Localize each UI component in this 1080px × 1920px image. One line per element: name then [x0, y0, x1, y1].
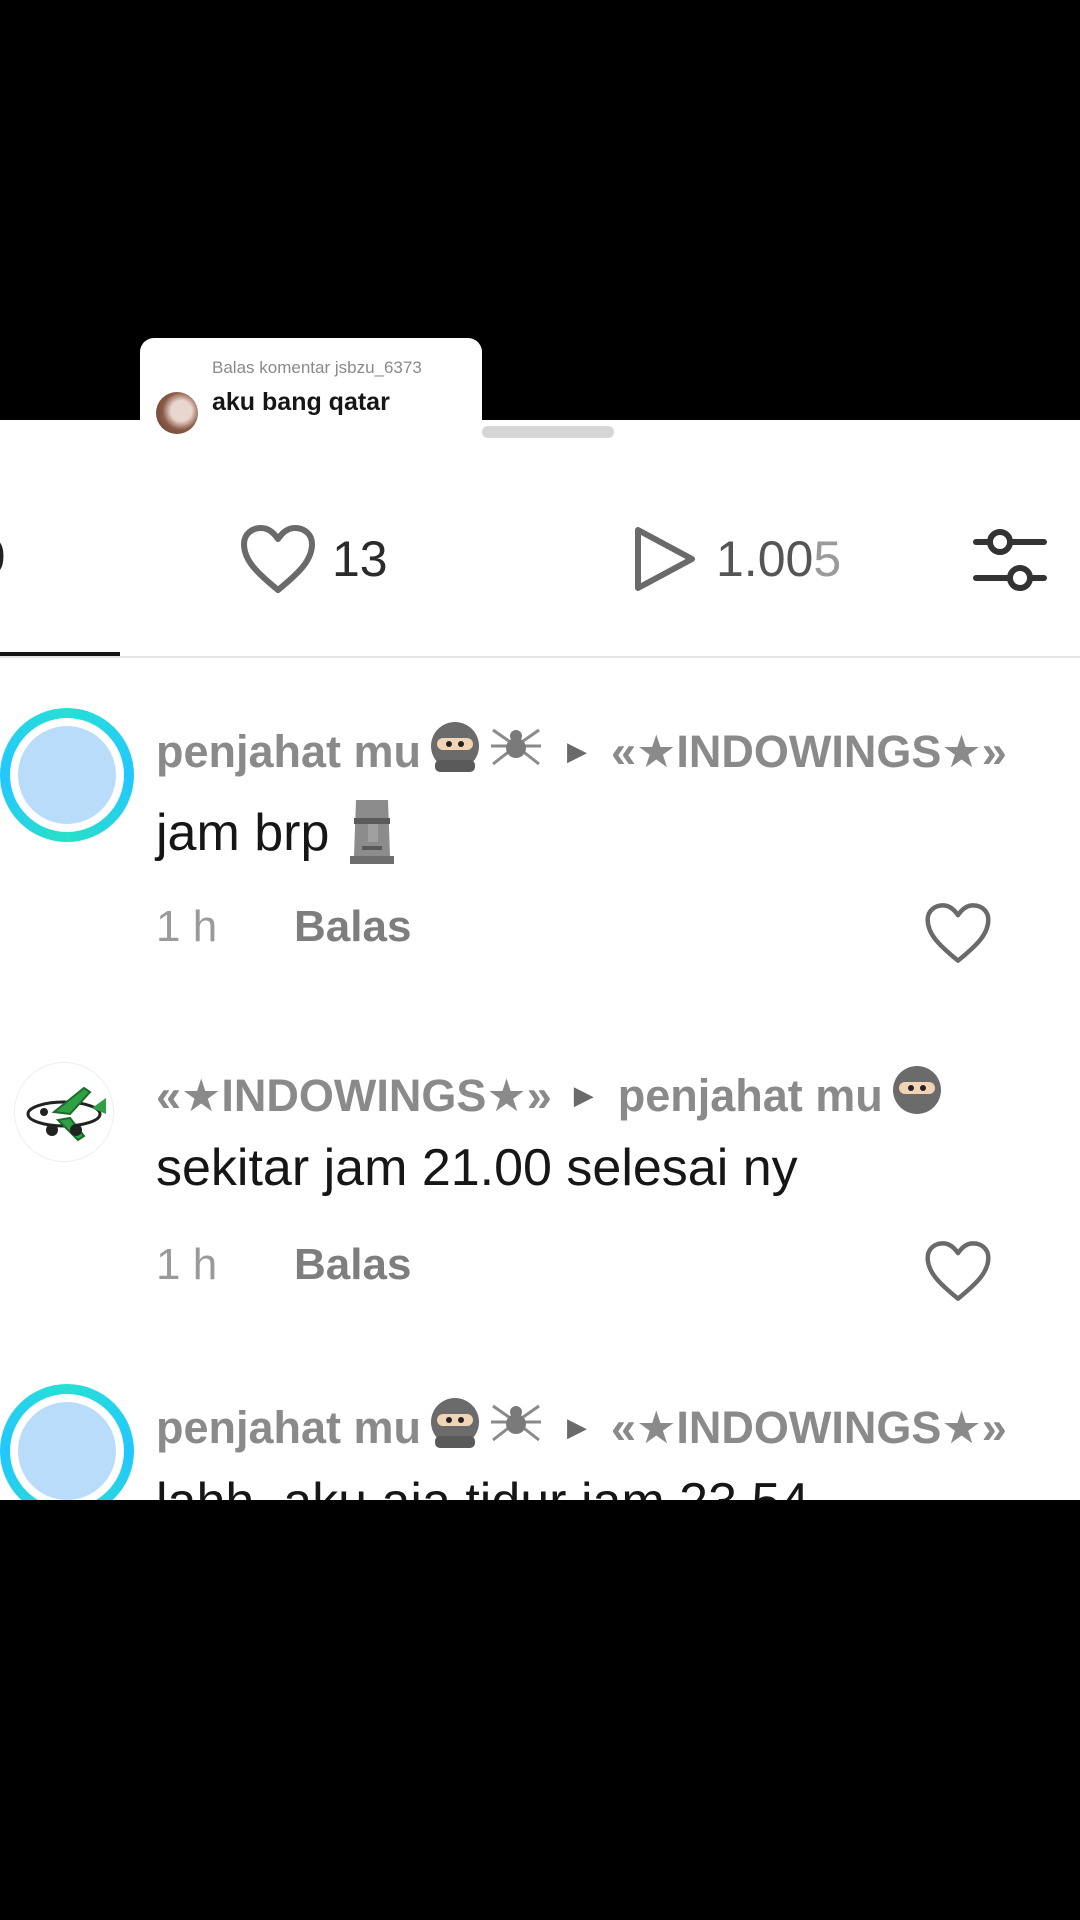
comments-count[interactable]: 9	[0, 528, 6, 586]
comment-time: 1 h	[156, 1240, 218, 1289]
filter-sliders-icon	[973, 529, 1047, 591]
reply-button[interactable]: Balas	[294, 902, 411, 952]
stats-divider	[0, 656, 1080, 658]
comment-author[interactable]: penjahat mu	[156, 1402, 421, 1454]
plane-logo-icon	[26, 1086, 106, 1142]
comment-text: jam brp	[156, 796, 400, 877]
plays-count-fade: 5	[813, 531, 842, 587]
reply-card-avatar	[156, 392, 198, 434]
plays-count: 1.00	[716, 531, 814, 587]
avatar[interactable]	[14, 1062, 114, 1162]
comment-text-content: jam brp	[156, 804, 330, 863]
heart-icon[interactable]	[922, 1238, 994, 1304]
sheet-drag-handle[interactable]	[482, 426, 614, 438]
heart-icon[interactable]	[922, 900, 994, 966]
ninja-emoji	[889, 1062, 945, 1129]
reply-button[interactable]: Balas	[294, 1240, 411, 1290]
play-icon	[635, 527, 695, 591]
reply-arrow-icon: ▶	[567, 1412, 588, 1442]
comment-header: «★INDOWINGS★» ▶ penjahat mu	[156, 1062, 945, 1129]
likes-stat[interactable]: 13	[238, 522, 388, 596]
moai-emoji	[344, 796, 400, 877]
reply-card[interactable]: Balas komentar jsbzu_6373 aku bang qatar	[140, 338, 482, 434]
comment-header: penjahat mu ▶ «★INDOWINGS★»	[156, 1394, 1007, 1461]
reply-to-name[interactable]: «★INDOWINGS★»	[611, 725, 1007, 778]
reply-arrow-icon: ▶	[573, 1080, 594, 1110]
reply-to-name[interactable]: penjahat mu	[618, 1070, 883, 1122]
likes-count: 13	[332, 531, 388, 587]
comment-time: 1 h	[156, 902, 218, 951]
comment-text: sekitar jam 21.00 selesai ny	[156, 1139, 798, 1197]
avatar[interactable]	[0, 1384, 134, 1500]
comment-header: penjahat mu ▶ «★INDOWINGS★»	[156, 718, 1007, 785]
reply-card-text: aku bang qatar	[212, 388, 390, 416]
comment-author[interactable]: penjahat mu	[156, 726, 421, 778]
reply-arrow-icon: ▶	[567, 736, 588, 766]
reply-card-label: Balas komentar jsbzu_6373	[212, 358, 422, 377]
filter-button[interactable]	[970, 524, 1050, 603]
spider-emoji	[487, 1394, 545, 1461]
spider-emoji	[487, 718, 545, 785]
comment-author[interactable]: «★INDOWINGS★»	[156, 1069, 552, 1122]
plays-stat[interactable]: 1.00 5	[630, 522, 841, 596]
comment-sheet	[0, 420, 1080, 1500]
comment-text: lahh, aku aja tidur jam 23.54	[156, 1472, 809, 1500]
reply-to-name[interactable]: «★INDOWINGS★»	[611, 1401, 1007, 1454]
comment-item-clip: penjahat mu ▶ «★INDOWINGS★» lahh, aku aj…	[0, 1380, 1080, 1500]
ninja-emoji	[427, 718, 483, 785]
heart-icon	[241, 525, 315, 593]
avatar[interactable]	[0, 708, 134, 842]
ninja-emoji	[427, 1394, 483, 1461]
